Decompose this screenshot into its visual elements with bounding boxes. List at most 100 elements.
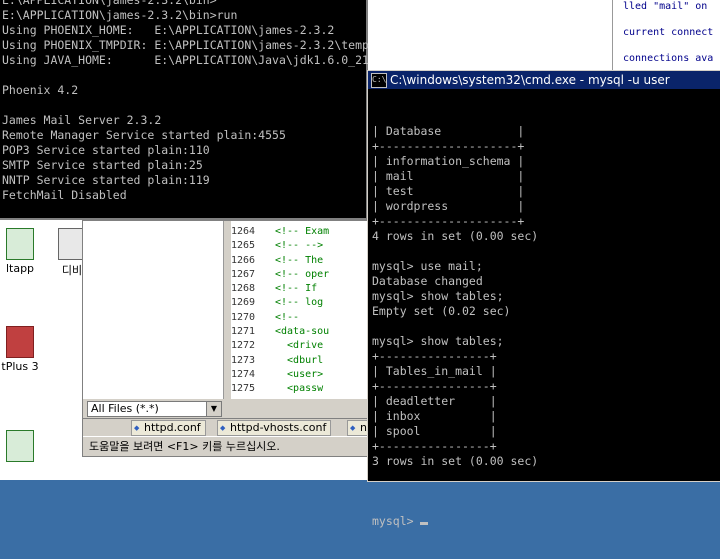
line-number: 1274	[231, 368, 256, 380]
code-line: <!-- -->	[275, 240, 324, 252]
console-line: E:\APPLICATION\james-2.3.2\bin>	[2, 0, 217, 7]
background-window[interactable]: lled "mail" on current connect connectio…	[612, 0, 720, 74]
console-line: | spool |	[372, 424, 497, 438]
line-number: 1266	[231, 254, 256, 266]
console-line: +--------------------+	[372, 214, 525, 228]
console-line: Empty set (0.02 sec)	[372, 304, 511, 318]
code-line: <data-sou	[275, 326, 330, 338]
console-line: +----------------+	[372, 379, 497, 393]
console-line: | Database |	[372, 124, 525, 138]
console-line: Remote Manager Service started plain:455…	[2, 128, 286, 142]
editor-tabs: httpd.conf httpd-vhosts.conf n	[83, 418, 373, 436]
status-bar: 도움말을 보려면 <F1> 키를 누르십시오.	[83, 436, 379, 456]
code-line: <!-- oper	[275, 268, 330, 280]
desktop-icon-label: 디비	[61, 264, 83, 277]
desktop: lled "mail" on current connect connectio…	[0, 0, 720, 528]
text-line	[613, 39, 720, 52]
console-line: Database changed	[372, 274, 483, 288]
code-line: <drive	[275, 340, 324, 352]
tab-httpd-conf[interactable]: httpd.conf	[131, 420, 206, 436]
console-output: E:\APPLICATION\james-2.3.2\bin> E:\APPLIC…	[2, 0, 369, 203]
line-number: 1269	[231, 297, 256, 309]
line-number: 1268	[231, 283, 256, 295]
code-line: <!-- The	[275, 254, 324, 266]
line-number: 1270	[231, 311, 256, 323]
text-line: connections ava	[623, 53, 714, 64]
console-line: FetchMail Disabled	[2, 188, 127, 202]
mysql-output: | Database | +--------------------+ | info…	[372, 94, 538, 559]
code-line: <user>	[275, 368, 324, 380]
desktop-icon-label: ltapp	[5, 262, 35, 275]
console-line: | information_schema |	[372, 154, 525, 168]
text-line: current connect	[623, 27, 714, 38]
text-cursor	[420, 522, 429, 525]
desktop-icon-sheet[interactable]	[0, 430, 40, 464]
file-filter-value: All Files (*.*)	[91, 402, 159, 415]
code-text: <!-- Exam <!-- --> <!-- The <!-- oper <!-- I…	[275, 225, 329, 399]
console-line: +----------------+	[372, 439, 497, 453]
code-line: <passw	[275, 383, 324, 395]
code-view[interactable]: 1264 1265 1266 1267 1268 1269 1270 1271 1272 1273…	[231, 221, 373, 399]
console-line: +--------------------+	[372, 139, 525, 153]
line-number: 1265	[231, 240, 256, 252]
desktop-icon-ltapp[interactable]: ltapp	[0, 228, 40, 275]
code-line: <!-- If	[275, 283, 318, 295]
console-line: | Tables_in_mail |	[372, 364, 497, 378]
console-line: POP3 Service started plain:110	[2, 143, 210, 157]
text-line: lled "mail" on	[623, 1, 708, 12]
desktop-icon-label: tPlus 3	[1, 360, 39, 373]
text-line	[613, 13, 720, 26]
code-line: <max>	[275, 397, 329, 399]
window-title: C:\windows\system32\cmd.exe - mysql -u u…	[390, 73, 670, 87]
window-title-bar[interactable]: C:\ C:\windows\system32\cmd.exe - mysql …	[368, 71, 720, 89]
james-console-window[interactable]: E:\APPLICATION\james-2.3.2\bin> E:\APPLIC…	[0, 0, 369, 220]
line-number: 1273	[231, 354, 256, 366]
spreadsheet-icon	[6, 430, 34, 462]
tab-httpd-vhosts-conf[interactable]: httpd-vhosts.conf	[217, 420, 332, 436]
chevron-down-icon[interactable]: ▼	[206, 402, 221, 416]
console-line: NNTP Service started plain:119	[2, 173, 210, 187]
code-line: <!-- Exam	[275, 226, 330, 237]
console-line: E:\APPLICATION\james-2.3.2\bin>run	[2, 8, 238, 22]
line-numbers: 1264 1265 1266 1267 1268 1269 1270 1271 1272 1273…	[231, 225, 265, 399]
code-line: <!-- log	[275, 297, 324, 309]
console-line: SMTP Service started plain:25	[2, 158, 203, 172]
file-tree-panel[interactable]	[83, 221, 224, 399]
line-number: 1264	[231, 226, 256, 237]
code-line: <!--	[275, 311, 300, 323]
app-icon	[6, 326, 34, 358]
desktop-icon-tplus[interactable]: tPlus 3	[0, 326, 40, 373]
console-line: | inbox |	[372, 409, 497, 423]
console-line: | test |	[372, 184, 525, 198]
line-number: 1271	[231, 326, 256, 338]
console-line: James Mail Server 2.3.2	[2, 113, 162, 127]
line-number: 1267	[231, 268, 256, 280]
console-line: 4 rows in set (0.00 sec)	[372, 229, 539, 243]
line-number: 1276	[231, 397, 265, 399]
file-filter-select[interactable]: All Files (*.*) ▼	[87, 401, 222, 417]
editor-window[interactable]: 1264 1265 1266 1267 1268 1269 1270 1271 1272 1273…	[82, 220, 379, 457]
console-line: Using PHOENIX_TMPDIR: E:\APPLICATION\jam…	[2, 38, 369, 52]
console-line: +----------------+	[372, 349, 497, 363]
console-line: mysql> show tables;	[372, 289, 504, 303]
line-number: 1275	[231, 383, 256, 395]
mysql-prompt-line[interactable]: mysql>	[372, 514, 538, 529]
console-line: | wordpress |	[372, 199, 525, 213]
console-line: 3 rows in set (0.00 sec)	[372, 454, 539, 468]
console-line: Using PHOENIX_HOME: E:\APPLICATION\james…	[2, 23, 335, 37]
console-line: mysql> show tables;	[372, 334, 504, 348]
console-line: Using JAVA_HOME: E:\APPLICATION\Java\jdk…	[2, 53, 369, 67]
mysql-prompt: mysql>	[372, 514, 421, 528]
line-number: 1272	[231, 340, 256, 352]
console-line: mysql> use mail;	[372, 259, 483, 273]
spreadsheet-icon	[6, 228, 34, 260]
mysql-console-window[interactable]: C:\ C:\windows\system32\cmd.exe - mysql …	[367, 70, 720, 528]
console-line: | deadletter |	[372, 394, 497, 408]
console-line: Phoenix 4.2	[2, 83, 79, 97]
cmd-icon: C:\	[371, 73, 387, 88]
